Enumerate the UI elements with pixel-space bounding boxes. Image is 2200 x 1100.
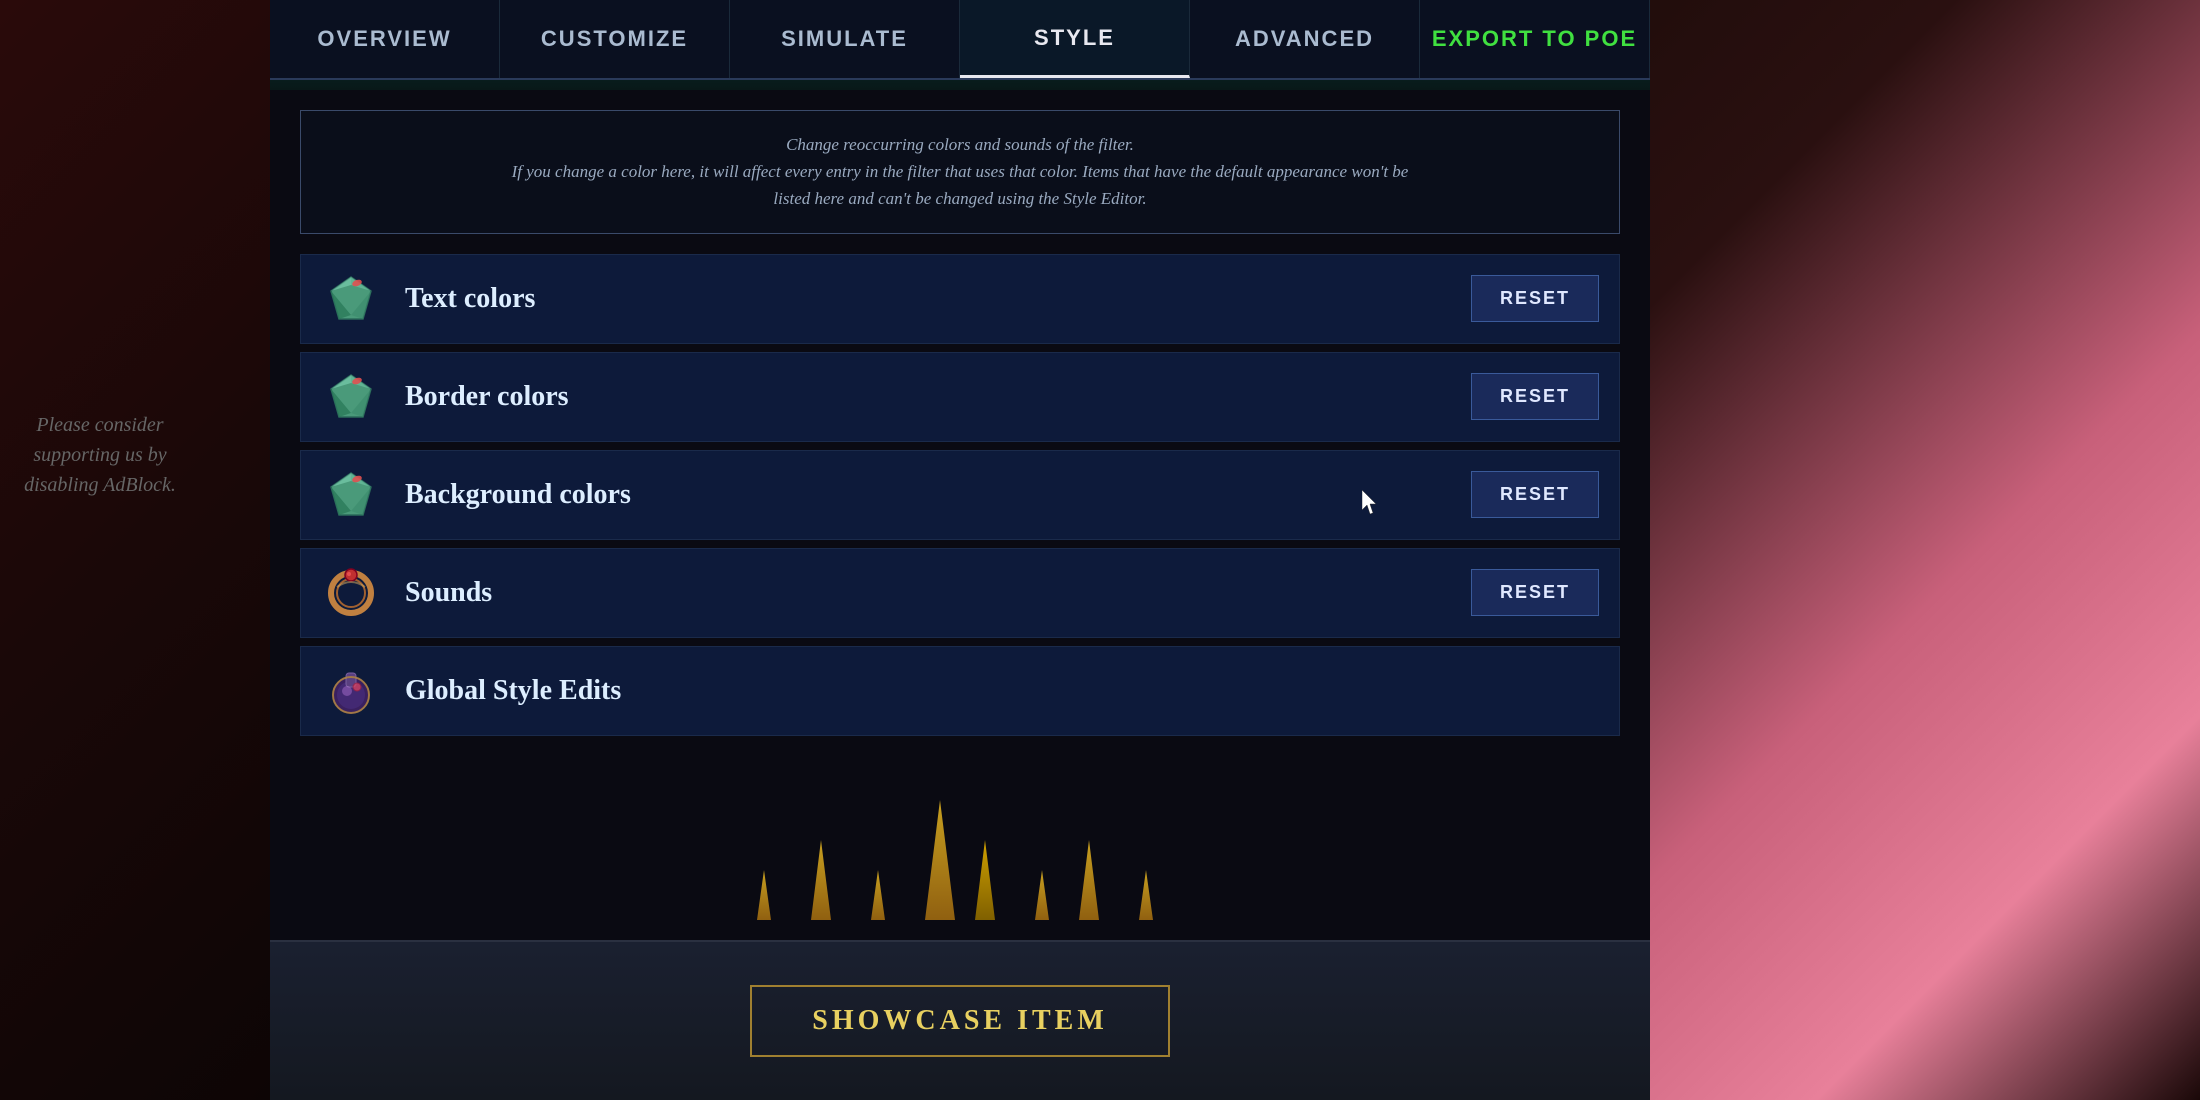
border-colors-label: Border colors — [405, 381, 1471, 413]
border-colors-reset-button[interactable]: RESET — [1471, 373, 1599, 420]
spike-1 — [757, 870, 771, 920]
spike-2 — [811, 840, 831, 920]
global-style-edits-icon — [321, 661, 381, 721]
showcase-area: Showcase Item — [270, 840, 1650, 1100]
category-row-sounds[interactable]: Sounds RESET — [300, 548, 1620, 638]
text-colors-label: Text colors — [405, 283, 1471, 315]
info-line2: If you change a color here, it will affe… — [512, 162, 1409, 181]
tab-overview[interactable]: OVERVIEW — [270, 0, 500, 78]
spike-6 — [1035, 870, 1049, 920]
border-colors-icon — [321, 367, 381, 427]
spike-7 — [1079, 840, 1099, 920]
sidebar-adblock-text: Please consider supporting us by disabli… — [0, 400, 200, 510]
text-colors-icon — [321, 269, 381, 329]
tab-advanced[interactable]: ADVANCED — [1190, 0, 1420, 78]
showcase-decoration — [270, 780, 1650, 920]
category-row-global-style-edits[interactable]: Global Style Edits — [300, 646, 1620, 736]
sounds-label: Sounds — [405, 577, 1471, 609]
tab-simulate[interactable]: SIMULATE — [730, 0, 960, 78]
spike-3 — [871, 870, 885, 920]
spike-5 — [975, 840, 995, 920]
tab-style[interactable]: STYLE — [960, 0, 1190, 78]
category-row-border-colors[interactable]: Border colors RESET — [300, 352, 1620, 442]
category-list: Text colors RESET Border colors RESE — [300, 254, 1620, 736]
background-colors-reset-button[interactable]: RESET — [1471, 471, 1599, 518]
spike-8 — [1139, 870, 1153, 920]
background-colors-label: Background colors — [405, 479, 1471, 511]
info-line1: Change reoccurring colors and sounds of … — [786, 135, 1134, 154]
background-colors-icon — [321, 465, 381, 525]
info-box: Change reoccurring colors and sounds of … — [300, 110, 1620, 234]
category-row-background-colors[interactable]: Background colors RESET — [300, 450, 1620, 540]
text-colors-reset-button[interactable]: RESET — [1471, 275, 1599, 322]
sounds-reset-button[interactable]: RESET — [1471, 569, 1599, 616]
spike-4 — [925, 800, 955, 920]
bg-left — [0, 0, 270, 1100]
sounds-icon — [321, 563, 381, 623]
showcase-item-button[interactable]: Showcase Item — [750, 985, 1170, 1057]
global-style-edits-label: Global Style Edits — [405, 675, 1599, 707]
tab-customize[interactable]: CUSTOMIZE — [500, 0, 730, 78]
showcase-bar: Showcase Item — [270, 940, 1650, 1100]
info-line3: listed here and can't be changed using t… — [773, 189, 1146, 208]
nav-tabs: OVERVIEW CUSTOMIZE SIMULATE STYLE ADVANC… — [270, 0, 1650, 80]
category-row-text-colors[interactable]: Text colors RESET — [300, 254, 1620, 344]
tab-export[interactable]: EXPORT TO POE — [1420, 0, 1650, 78]
